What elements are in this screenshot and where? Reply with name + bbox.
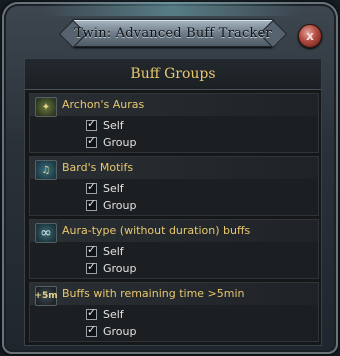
checkbox[interactable]: [86, 117, 97, 131]
self-checkbox-option[interactable]: Self: [86, 243, 124, 259]
option-label: Group: [103, 261, 137, 275]
buff-group-aura-type: ∞ Aura-type (without duration) buffs Sel…: [29, 219, 319, 279]
group-checkbox-option[interactable]: Group: [86, 197, 137, 213]
self-checkbox-option[interactable]: Self: [86, 117, 124, 133]
checkbox[interactable]: [86, 197, 97, 211]
option-label: Group: [103, 198, 137, 212]
group-label: Buffs with remaining time >5min: [62, 287, 245, 300]
option-label: Self: [103, 181, 124, 195]
option-label: Self: [103, 118, 124, 132]
title-bar[interactable]: Twin: Advanced Buff Tracker: [72, 19, 274, 47]
buff-group-archons-auras: ✦ Archon's Auras Self Group: [29, 93, 319, 153]
group-header: ∞ Aura-type (without duration) buffs: [30, 220, 318, 243]
close-icon: x: [306, 29, 314, 43]
self-checkbox-option[interactable]: Self: [86, 306, 124, 322]
group-checkbox-option[interactable]: Group: [86, 134, 137, 150]
plus-5m-icon: +5m: [34, 286, 58, 306]
panel-header: Buff Groups: [25, 59, 321, 90]
close-button[interactable]: x: [298, 24, 322, 48]
checkbox[interactable]: [86, 180, 97, 194]
group-label: Aura-type (without duration) buffs: [62, 224, 251, 237]
group-header: +5m Buffs with remaining time >5min: [30, 283, 318, 306]
option-label: Group: [103, 135, 137, 149]
self-checkbox-option[interactable]: Self: [86, 180, 124, 196]
buff-group-remaining-time: +5m Buffs with remaining time >5min Self…: [29, 282, 319, 342]
group-checkbox-option[interactable]: Group: [86, 260, 137, 276]
option-label: Group: [103, 324, 137, 338]
window-crest: [42, 2, 302, 16]
window-title: Twin: Advanced Buff Tracker: [74, 25, 272, 41]
group-label: Bard's Motifs: [62, 161, 134, 174]
group-label: Archon's Auras: [62, 98, 145, 111]
group-header: ♫ Bard's Motifs: [30, 157, 318, 180]
infinity-icon: ∞: [35, 223, 57, 243]
aura-icon: ✦: [35, 97, 57, 117]
music-note-icon: ♫: [35, 160, 57, 180]
option-label: Self: [103, 307, 124, 321]
checkbox[interactable]: [86, 243, 97, 257]
panel-title: Buff Groups: [130, 66, 216, 82]
group-header: ✦ Archon's Auras: [30, 94, 318, 117]
group-checkbox-option[interactable]: Group: [86, 323, 137, 339]
window-frame: Twin: Advanced Buff Tracker x Buff Group…: [2, 2, 338, 354]
buff-group-bards-motifs: ♫ Bard's Motifs Self Group: [29, 156, 319, 216]
option-label: Self: [103, 244, 124, 258]
buff-groups-panel: Buff Groups ✦ Archon's Auras Self Group …: [24, 58, 322, 346]
checkbox[interactable]: [86, 306, 97, 320]
checkbox[interactable]: [86, 260, 97, 274]
checkbox[interactable]: [86, 323, 97, 337]
checkbox[interactable]: [86, 134, 97, 148]
